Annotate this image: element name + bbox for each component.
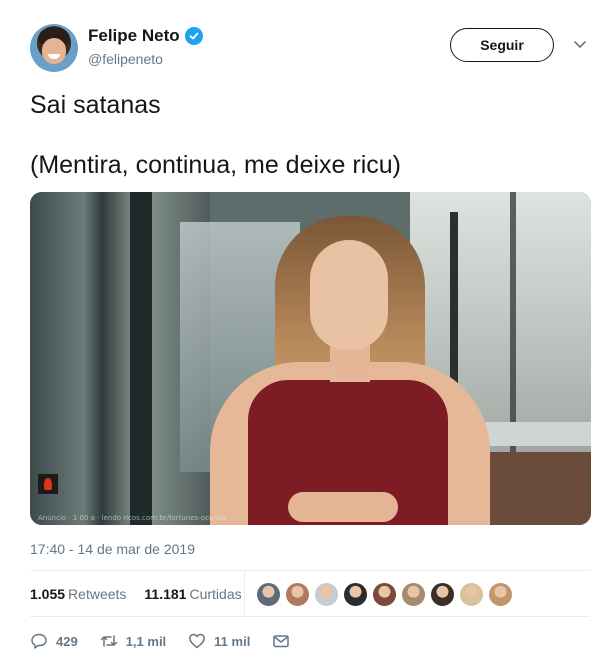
likes-stat[interactable]: 11.181 Curtidas — [144, 586, 241, 602]
likes-label: Curtidas — [189, 586, 242, 602]
retweet-button[interactable]: 1,1 mil — [100, 632, 166, 650]
person-face — [310, 240, 388, 350]
direct-message-button[interactable] — [272, 632, 290, 650]
liker-avatar[interactable] — [343, 582, 368, 607]
divider-top — [30, 570, 590, 571]
liker-avatar[interactable] — [430, 582, 455, 607]
retweets-count: 1.055 — [30, 586, 66, 602]
tweet-timestamp[interactable]: 17:40 - 14 de mar de 2019 — [30, 541, 195, 557]
reply-icon — [31, 633, 47, 649]
tweet-media-video[interactable]: Anúncio · 1 00 a · lendo ricos.com.br/fo… — [30, 192, 591, 525]
user-name[interactable]: Felipe Neto — [88, 26, 180, 46]
follow-button[interactable]: Seguir — [450, 28, 554, 62]
liker-avatar[interactable] — [256, 582, 281, 607]
liker-avatar[interactable] — [488, 582, 513, 607]
tweet-text: Sai satanas (Mentira, continua, me deixe… — [30, 90, 590, 180]
retweets-label: Retweets — [68, 586, 127, 602]
retweets-stat[interactable]: 1.055 Retweets — [30, 586, 126, 602]
like-button[interactable]: 11 mil — [188, 632, 250, 650]
liker-avatar[interactable] — [459, 582, 484, 607]
likes-count: 11.181 — [144, 586, 187, 602]
tweet-stats: 1.055 Retweets 11.181 Curtidas — [30, 582, 260, 606]
user-handle[interactable]: @felipeneto — [88, 51, 203, 67]
person-hands — [288, 492, 398, 522]
likers-avatars — [256, 582, 513, 607]
liker-avatar[interactable] — [401, 582, 426, 607]
retweet-icon — [100, 635, 117, 647]
tweet-text-gap — [30, 120, 590, 150]
envelope-icon — [273, 635, 290, 648]
video-logo-icon — [38, 474, 58, 494]
avatar[interactable] — [30, 24, 78, 72]
reply-button[interactable]: 429 — [30, 632, 78, 650]
tweet-header: Felipe Neto @felipeneto Seguir — [30, 20, 600, 72]
media-background-pillar — [130, 192, 152, 525]
retweet-count: 1,1 mil — [125, 633, 167, 649]
tweet: Felipe Neto @felipeneto Seguir Sai satan… — [0, 0, 615, 669]
liker-avatar[interactable] — [285, 582, 310, 607]
name-row: Felipe Neto — [88, 26, 203, 46]
heart-icon — [189, 633, 206, 649]
tweet-text-line-1: Sai satanas — [30, 91, 161, 119]
media-caption: Anúncio · 1 00 a · lendo ricos.com.br/fo… — [38, 514, 226, 522]
liker-avatar[interactable] — [314, 582, 339, 607]
tweet-text-line-2: (Mentira, continua, me deixe ricu) — [30, 151, 401, 179]
like-count: 11 mil — [214, 633, 251, 649]
stats-separator — [244, 570, 245, 616]
liker-avatar[interactable] — [372, 582, 397, 607]
verified-badge-icon — [184, 27, 203, 45]
tweet-actions: 429 1,1 mil 11 mil — [30, 630, 312, 652]
reply-count: 429 — [56, 633, 78, 649]
divider-bottom — [30, 616, 590, 617]
user-info: Felipe Neto @felipeneto — [88, 26, 203, 67]
avatar-face — [42, 38, 66, 64]
chevron-down-icon[interactable] — [572, 36, 588, 52]
